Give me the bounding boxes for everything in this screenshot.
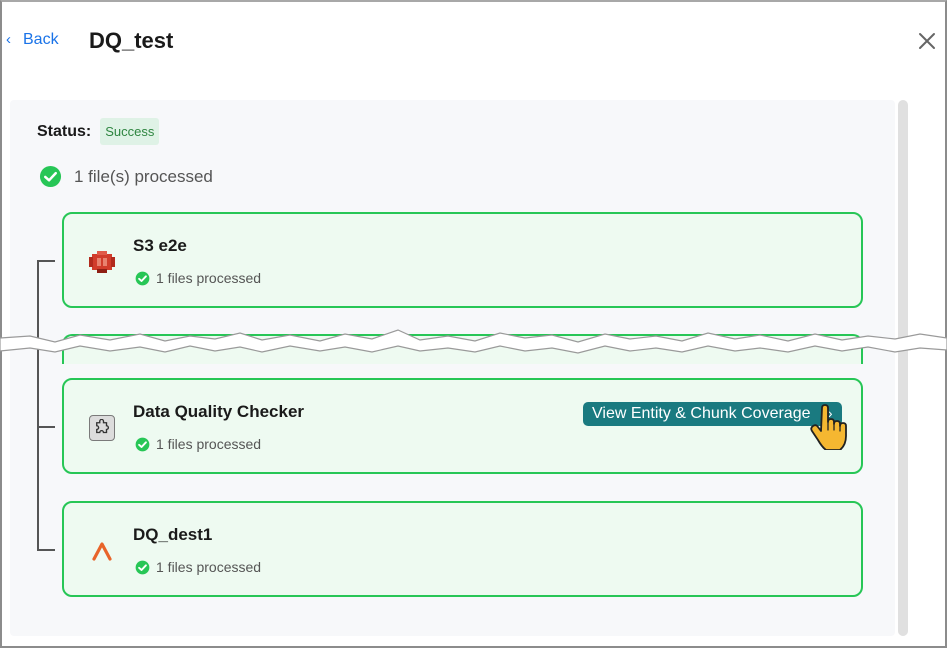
modal-header: ‹ Back DQ_test	[0, 0, 947, 80]
summary-text: 1 file(s) processed	[74, 166, 213, 186]
status-label: Status:	[37, 122, 92, 140]
caret-logo-icon	[88, 537, 116, 565]
card-title: Data Quality Checker	[133, 402, 305, 421]
check-circle-icon	[39, 165, 62, 188]
card-status-text: 1 files processed	[156, 436, 262, 452]
pipeline-card-destination[interactable]: DQ_dest1 1 files processed	[62, 501, 863, 597]
aws-s3-icon	[88, 248, 116, 276]
card-title: DQ_dest1	[133, 525, 213, 544]
card-status-text: 1 files processed	[156, 270, 262, 286]
check-circle-icon	[135, 271, 150, 285]
card-status: 1 files processed	[135, 559, 261, 575]
pipeline-card-source[interactable]: S3 e2e 1 files processed	[62, 212, 863, 308]
tree-branch	[37, 549, 55, 551]
scrollbar[interactable]	[898, 100, 908, 636]
hand-cursor-icon	[810, 404, 847, 450]
status-badge: Success	[100, 118, 160, 145]
check-circle-icon	[135, 437, 150, 451]
status-row: Status: Success	[37, 118, 160, 145]
back-label: Back	[23, 31, 59, 48]
check-circle-icon	[135, 560, 150, 574]
summary-row: 1 file(s) processed	[39, 165, 213, 188]
torn-edge	[0, 329, 947, 354]
view-coverage-label: View Entity & Chunk Coverage	[592, 405, 811, 422]
pipeline-card-transform[interactable]: Data Quality Checker 1 files processed V…	[62, 378, 863, 474]
chevron-left-icon: ‹	[6, 30, 11, 48]
view-coverage-button[interactable]: View Entity & Chunk Coverage ›	[583, 402, 843, 426]
card-title: S3 e2e	[133, 236, 187, 255]
close-icon[interactable]	[915, 29, 939, 53]
back-button[interactable]: ‹ Back	[6, 31, 59, 49]
card-status-text: 1 files processed	[156, 559, 262, 575]
page-title: DQ_test	[89, 28, 174, 53]
tree-branch	[37, 260, 55, 262]
puzzle-icon	[89, 415, 115, 441]
card-status: 1 files processed	[135, 436, 261, 452]
card-status: 1 files processed	[135, 270, 261, 286]
tree-branch	[37, 426, 55, 428]
tree-connector	[37, 260, 39, 550]
